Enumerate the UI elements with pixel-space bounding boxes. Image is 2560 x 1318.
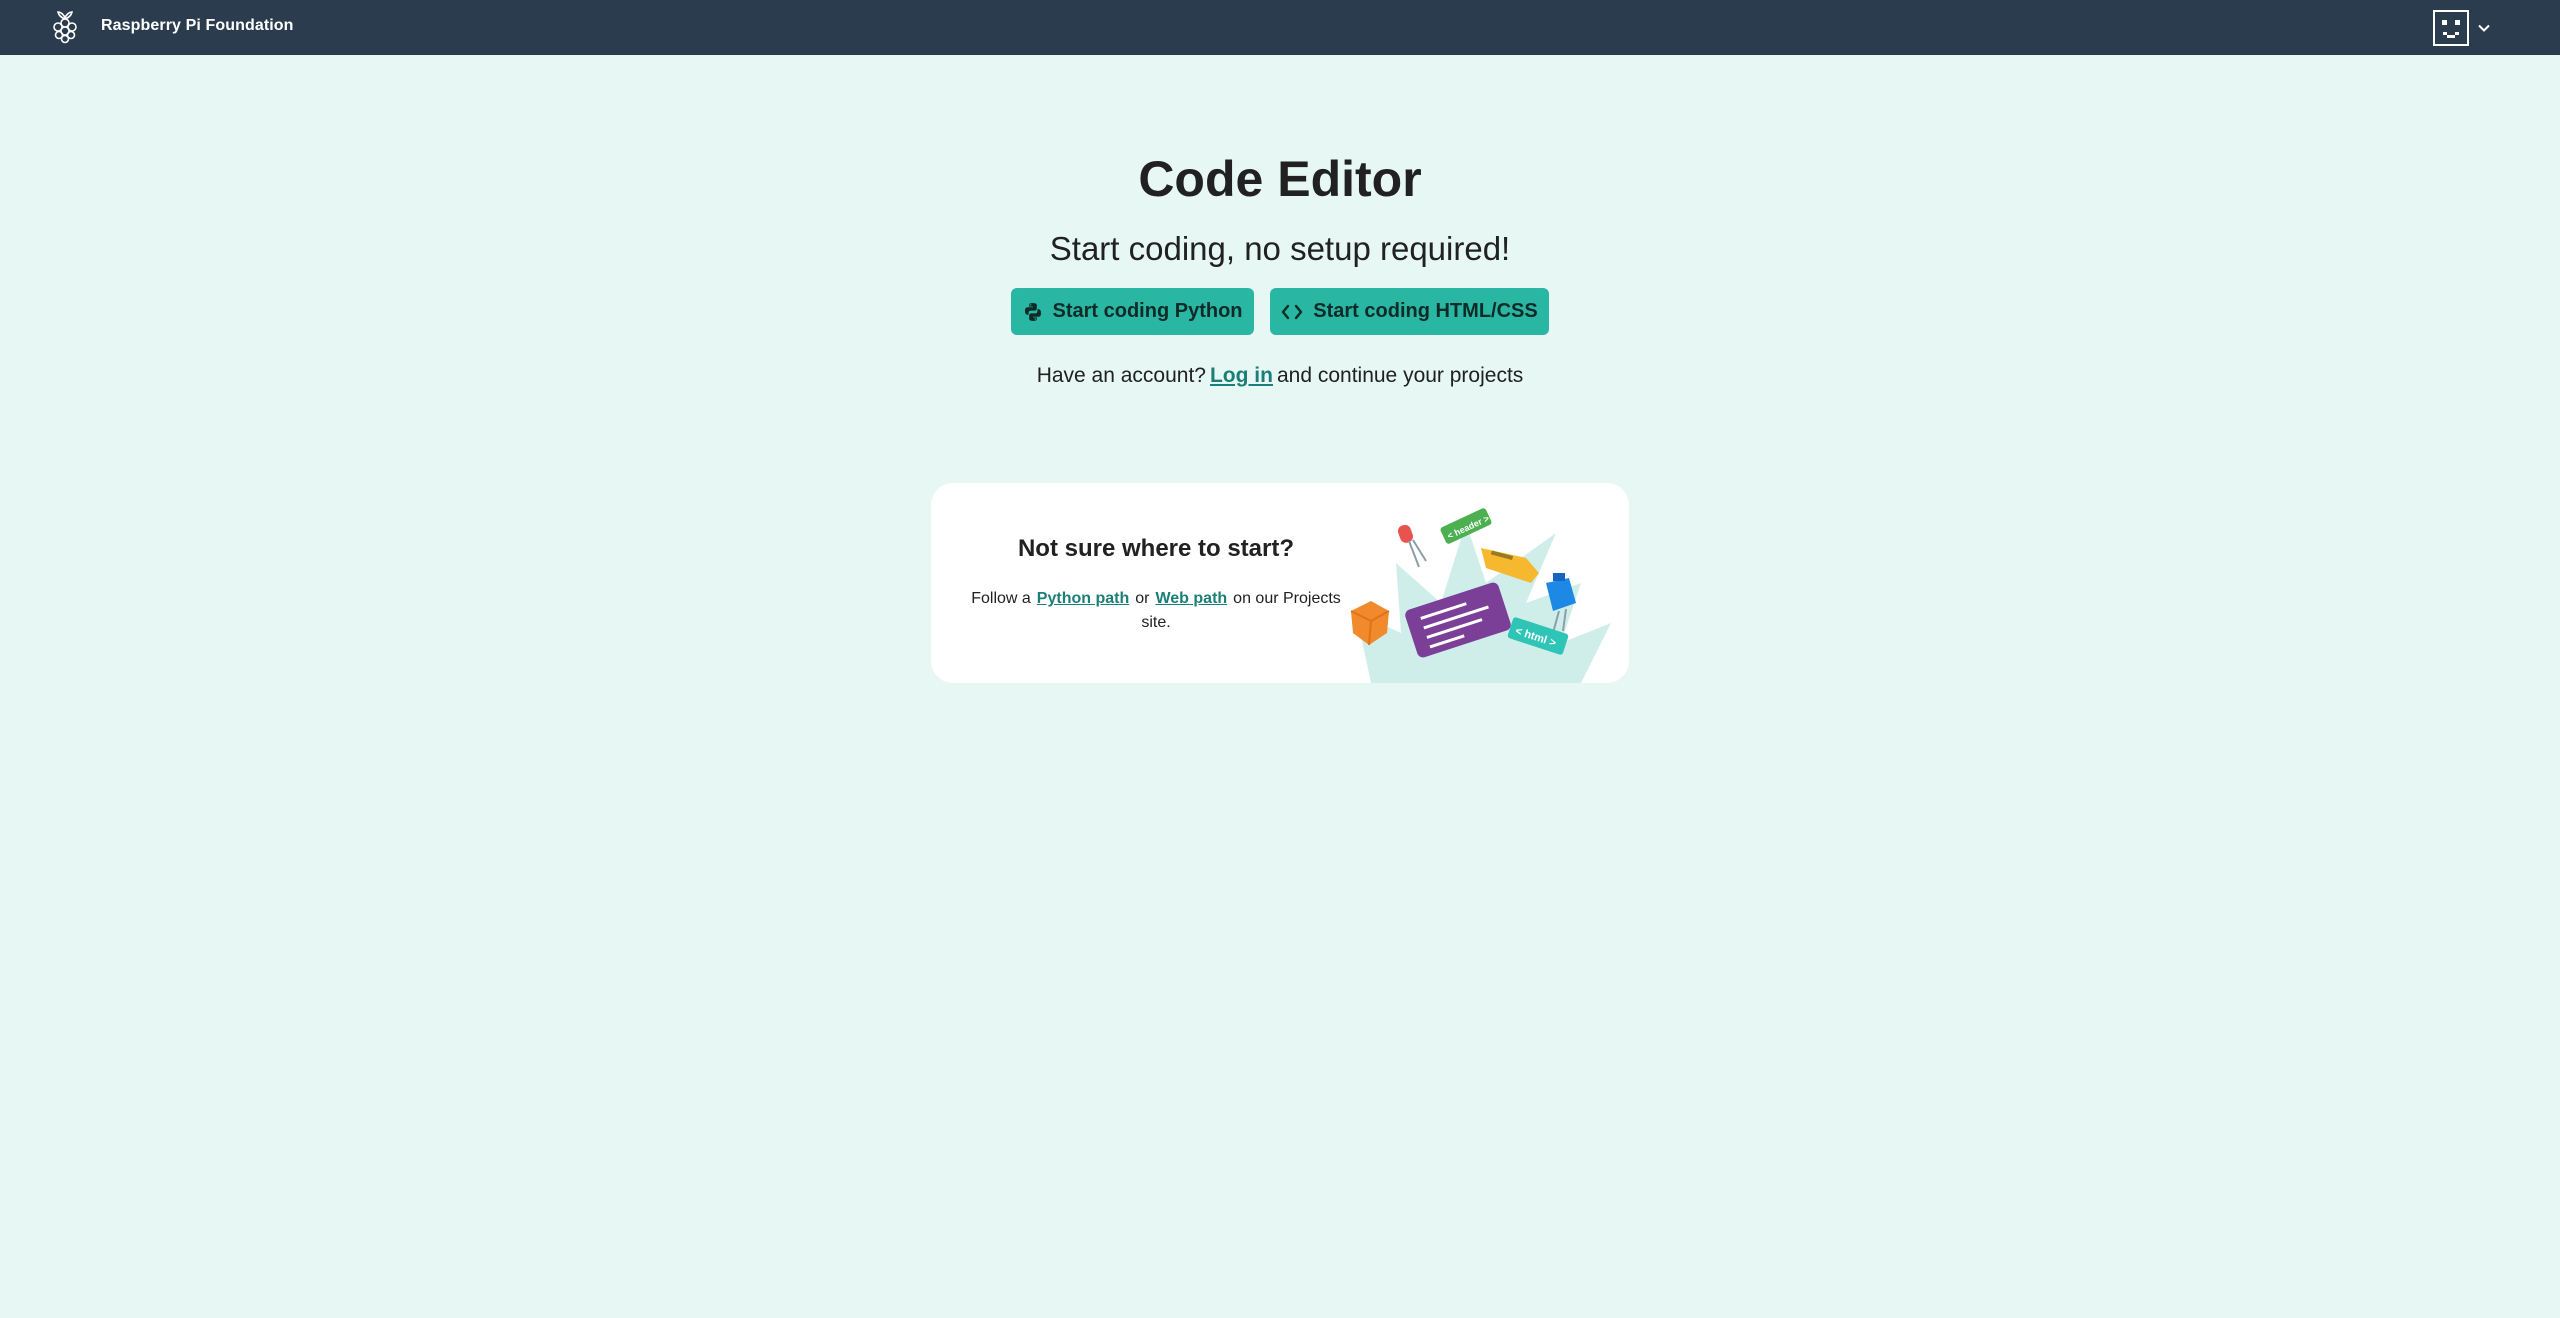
web-path-link[interactable]: Web path <box>1155 590 1227 607</box>
html-button-label: Start coding HTML/CSS <box>1313 300 1538 322</box>
brand-name[interactable]: Raspberry Pi Foundation <box>101 17 294 35</box>
python-button-label: Start coding Python <box>1052 300 1243 322</box>
page-title: Code Editor <box>1138 151 1422 207</box>
user-avatar-icon <box>2433 10 2469 46</box>
account-menu-button[interactable] <box>2433 8 2501 48</box>
page-subtitle: Start coding, no setup required! <box>1049 230 1511 267</box>
login-suffix: and continue your projects <box>1276 364 1524 387</box>
code-brackets-icon <box>1282 304 1303 319</box>
python-icon <box>1024 302 1041 321</box>
start-coding-html-css-button[interactable]: Start coding HTML/CSS <box>1270 288 1549 335</box>
raspberry-pi-logo-icon[interactable] <box>49 9 81 45</box>
chevron-down-icon <box>2478 24 2490 32</box>
card-text-prefix: Follow a <box>971 590 1031 607</box>
coding-illustration: < header > < html > <box>1350 508 1611 683</box>
card-text-or: or <box>1135 590 1150 607</box>
card-text: Follow a Python path or Web path on our Proj… <box>971 587 1341 635</box>
getting-started-card: Not sure where to start? Follow a Python … <box>931 483 1629 683</box>
login-link[interactable]: Log in <box>1210 364 1273 387</box>
login-prefix: Have an account? <box>1036 364 1206 387</box>
start-coding-python-button[interactable]: Start coding Python <box>1011 288 1254 335</box>
top-navigation-bar: Raspberry Pi Foundation <box>0 0 2560 55</box>
led-icon <box>1397 524 1427 568</box>
login-prompt: Have an account? Log in and continue your … <box>0 364 2560 388</box>
python-path-link[interactable]: Python path <box>1037 590 1129 607</box>
